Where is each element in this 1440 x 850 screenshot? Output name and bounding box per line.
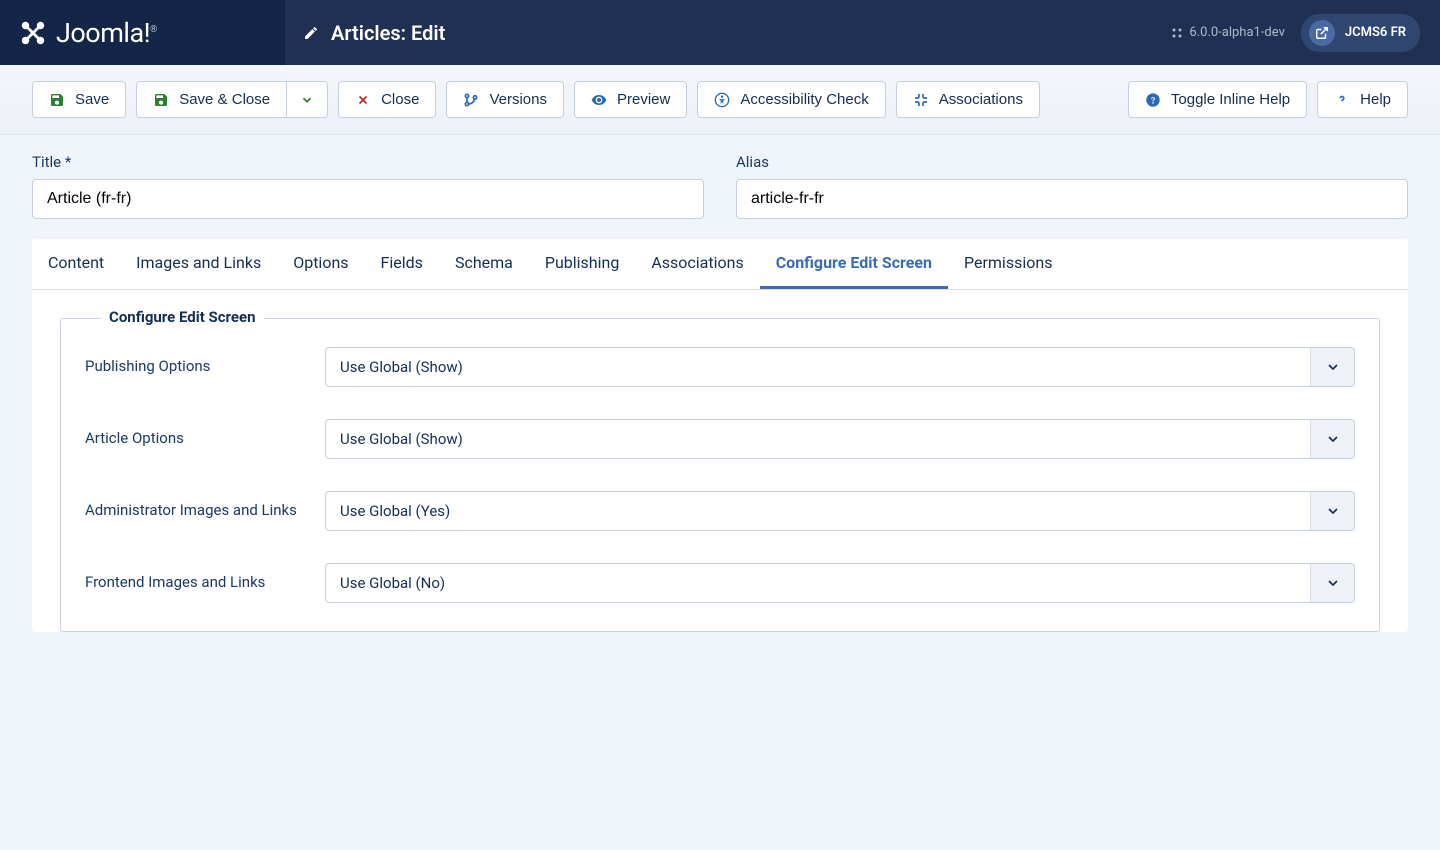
toolbar: Save Save & Close Close Versions Preview… (0, 65, 1440, 135)
chevron-down-icon (1310, 348, 1354, 386)
select-frontend-images-and-links[interactable]: Use Global (No) (325, 563, 1355, 603)
save-close-dropdown[interactable] (287, 81, 328, 118)
toggle-inline-help-button[interactable]: Toggle Inline Help (1128, 81, 1307, 118)
select-value: Use Global (No) (326, 564, 1310, 602)
select-article-options[interactable]: Use Global (Show) (325, 419, 1355, 459)
app-header: Joomla!® Articles: Edit 6.0.0-alpha1-dev… (0, 0, 1440, 65)
chevron-down-icon (1310, 420, 1354, 458)
joomla-small-icon (1171, 27, 1183, 39)
tabs-card: ContentImages and LinksOptionsFieldsSche… (32, 239, 1408, 632)
field-label: Article Options (85, 419, 325, 447)
title-input[interactable] (32, 179, 704, 219)
preview-button[interactable]: Preview (574, 81, 687, 118)
fieldset-legend: Configure Edit Screen (101, 308, 264, 326)
field-label: Publishing Options (85, 347, 325, 375)
accessibility-icon (714, 92, 730, 108)
save-icon (153, 92, 169, 108)
header-right: 6.0.0-alpha1-dev JCMS6 FR (1171, 14, 1440, 52)
title-label: Title * (32, 153, 704, 171)
brand-name: Joomla!® (56, 17, 157, 49)
save-close-button[interactable]: Save & Close (136, 81, 287, 118)
eye-icon (591, 92, 607, 108)
field-row: Administrator Images and LinksUse Global… (85, 491, 1355, 531)
select-administrator-images-and-links[interactable]: Use Global (Yes) (325, 491, 1355, 531)
chevron-down-icon (1310, 492, 1354, 530)
field-row: Publishing OptionsUse Global (Show) (85, 347, 1355, 387)
select-value: Use Global (Yes) (326, 492, 1310, 530)
field-row: Frontend Images and LinksUse Global (No) (85, 563, 1355, 603)
joomla-logo-icon (18, 18, 48, 48)
site-badge[interactable]: JCMS6 FR (1301, 14, 1420, 52)
select-value: Use Global (Show) (326, 348, 1310, 386)
save-button[interactable]: Save (32, 81, 126, 118)
close-button[interactable]: Close (338, 81, 436, 118)
branch-icon (463, 92, 479, 108)
versions-button[interactable]: Versions (446, 81, 564, 118)
brand[interactable]: Joomla!® (0, 0, 285, 65)
chevron-down-icon (299, 92, 315, 108)
configure-fieldset: Configure Edit Screen Publishing Options… (60, 318, 1380, 632)
help-button[interactable]: Help (1317, 81, 1408, 118)
tab-publishing[interactable]: Publishing (529, 239, 635, 289)
page-title-area: Articles: Edit (285, 21, 1171, 45)
tab-options[interactable]: Options (277, 239, 364, 289)
page-title: Articles: Edit (331, 21, 445, 45)
tab-associations[interactable]: Associations (635, 239, 759, 289)
accessibility-button[interactable]: Accessibility Check (697, 81, 885, 118)
chevron-down-icon (1310, 564, 1354, 602)
version-indicator[interactable]: 6.0.0-alpha1-dev (1171, 25, 1284, 40)
select-value: Use Global (Show) (326, 420, 1310, 458)
field-label: Frontend Images and Links (85, 563, 325, 591)
tab-fields[interactable]: Fields (365, 239, 439, 289)
alias-input[interactable] (736, 179, 1408, 219)
tab-schema[interactable]: Schema (439, 239, 529, 289)
close-icon (355, 92, 371, 108)
contract-icon (913, 92, 929, 108)
tab-configure-edit-screen[interactable]: Configure Edit Screen (760, 239, 948, 289)
pencil-icon (303, 25, 319, 41)
question-circle-icon (1145, 92, 1161, 108)
question-icon (1334, 92, 1350, 108)
save-icon (49, 92, 65, 108)
alias-label: Alias (736, 153, 1408, 171)
title-alias-row: Title * Alias (0, 135, 1440, 239)
select-publishing-options[interactable]: Use Global (Show) (325, 347, 1355, 387)
field-label: Administrator Images and Links (85, 491, 325, 519)
field-row: Article OptionsUse Global (Show) (85, 419, 1355, 459)
external-link-icon (1309, 20, 1335, 46)
tab-permissions[interactable]: Permissions (948, 239, 1068, 289)
tab-images-and-links[interactable]: Images and Links (120, 239, 277, 289)
save-close-group: Save & Close (136, 81, 328, 118)
associations-button[interactable]: Associations (896, 81, 1040, 118)
tabs: ContentImages and LinksOptionsFieldsSche… (32, 239, 1408, 290)
tab-content[interactable]: Content (32, 239, 120, 289)
